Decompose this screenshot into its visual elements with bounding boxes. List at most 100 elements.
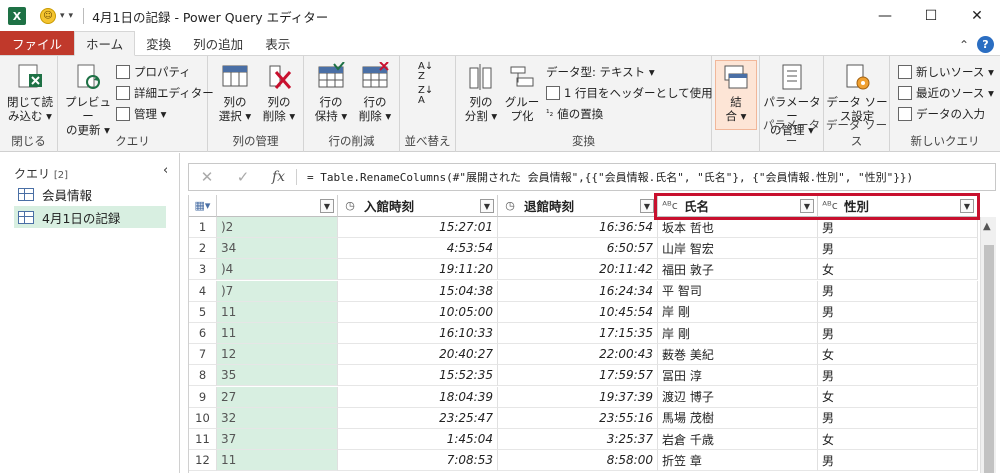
table-cell[interactable]: 女: [818, 429, 978, 450]
remove-columns-button[interactable]: 列の 削除 ▾: [258, 62, 300, 123]
data-type-dropdown[interactable]: データ型: テキスト ▾: [546, 64, 655, 80]
table-cell[interactable]: 6:50:57: [498, 238, 658, 260]
table-menu-button[interactable]: ▦▾: [189, 195, 217, 217]
table-cell[interactable]: 男: [818, 280, 978, 302]
query-item-april1-record[interactable]: 4月1日の記録: [14, 206, 166, 228]
table-cell[interactable]: 1:45:04: [338, 429, 498, 450]
table-cell[interactable]: 22:00:43: [498, 344, 658, 366]
sort-descending-button[interactable]: Z↓ A: [418, 86, 433, 106]
group-by-button[interactable]: グルー プ化: [502, 62, 542, 123]
new-source-button[interactable]: 新しいソース ▾: [898, 64, 994, 80]
scroll-up-icon[interactable]: ▲: [983, 221, 991, 232]
table-cell[interactable]: 男: [818, 450, 978, 472]
table-cell[interactable]: 岸 剛: [658, 323, 818, 344]
table-cell[interactable]: 16:24:34: [498, 280, 658, 302]
table-cell[interactable]: 20:40:27: [338, 344, 498, 366]
column-filter-dropdown-icon[interactable]: ▼: [640, 199, 654, 213]
table-cell[interactable]: 平 智司: [658, 280, 818, 302]
row-number[interactable]: 11: [189, 429, 217, 450]
properties-button[interactable]: プロパティ: [116, 64, 191, 80]
table-cell[interactable]: 11: [217, 323, 338, 344]
row-number[interactable]: 1: [189, 217, 217, 238]
use-first-row-header-button[interactable]: 1 行目をヘッダーとして使用 ▾: [546, 85, 722, 101]
replace-values-button[interactable]: ¹₂ 値の置換: [546, 106, 603, 122]
table-cell[interactable]: 薮巻 美紀: [658, 344, 818, 366]
table-cell[interactable]: 男: [818, 365, 978, 387]
table-cell[interactable]: 10:45:54: [498, 301, 658, 323]
tab-home[interactable]: ホーム: [74, 31, 136, 56]
close-button[interactable]: ✕: [954, 0, 1000, 32]
remove-rows-button[interactable]: 行の 削除 ▾: [354, 61, 396, 123]
row-number[interactable]: 9: [189, 386, 217, 408]
tab-add-column[interactable]: 列の追加: [182, 31, 254, 55]
row-number[interactable]: 3: [189, 259, 217, 281]
combine-button[interactable]: 結 合 ▾: [716, 62, 756, 123]
row-number[interactable]: 4: [189, 280, 217, 302]
table-cell[interactable]: 35: [217, 365, 338, 387]
vertical-scrollbar[interactable]: ▲: [980, 217, 996, 473]
table-cell[interactable]: 11: [217, 301, 338, 323]
choose-columns-button[interactable]: 列の 選択 ▾: [214, 62, 256, 123]
table-cell[interactable]: 15:27:01: [338, 217, 498, 238]
table-cell[interactable]: 16:36:54: [498, 217, 658, 238]
maximize-button[interactable]: ☐: [908, 0, 954, 32]
row-number[interactable]: 5: [189, 301, 217, 323]
table-cell[interactable]: 渡辺 博子: [658, 386, 818, 408]
table-cell[interactable]: 32: [217, 407, 338, 429]
column-header-entry-time[interactable]: ◷ 入館時刻 ▼: [338, 195, 498, 217]
table-cell[interactable]: 男: [818, 323, 978, 344]
table-cell[interactable]: 7:08:53: [338, 450, 498, 472]
column-header-0[interactable]: ▼: [217, 195, 338, 217]
table-cell[interactable]: 12: [217, 344, 338, 366]
table-cell[interactable]: 34: [217, 238, 338, 260]
table-cell[interactable]: 男: [818, 238, 978, 260]
table-cell[interactable]: 11: [217, 450, 338, 472]
tab-transform[interactable]: 変換: [135, 31, 182, 55]
table-cell[interactable]: 37: [217, 429, 338, 450]
close-and-load-button[interactable]: 閉じて読 み込む ▾: [6, 62, 54, 123]
table-cell[interactable]: 16:10:33: [338, 323, 498, 344]
table-cell[interactable]: 15:04:38: [338, 280, 498, 302]
table-cell[interactable]: 20:11:42: [498, 259, 658, 281]
table-cell[interactable]: 馬場 茂樹: [658, 407, 818, 429]
table-cell[interactable]: 男: [818, 217, 978, 238]
fx-icon[interactable]: fx: [261, 169, 297, 185]
row-number[interactable]: 6: [189, 323, 217, 344]
row-number[interactable]: 7: [189, 344, 217, 366]
data-source-settings-button[interactable]: データ ソー ス設定: [826, 62, 888, 123]
customize-qat-icon[interactable]: ▾: [69, 11, 74, 21]
collapse-pane-icon[interactable]: ‹: [163, 163, 168, 178]
row-number[interactable]: 8: [189, 365, 217, 387]
collapse-ribbon-icon[interactable]: ⌃: [959, 38, 969, 52]
manage-button[interactable]: 管理 ▾: [116, 106, 166, 122]
table-cell[interactable]: 10:05:00: [338, 301, 498, 323]
cancel-formula-button[interactable]: ✕: [189, 168, 225, 186]
tab-file[interactable]: ファイル: [0, 31, 75, 55]
row-number[interactable]: 2: [189, 238, 217, 260]
table-cell[interactable]: 18:04:39: [338, 386, 498, 408]
recent-sources-button[interactable]: 最近のソース ▾: [898, 85, 994, 101]
confirm-formula-button[interactable]: ✓: [225, 168, 261, 186]
table-cell[interactable]: 23:25:47: [338, 407, 498, 429]
table-cell[interactable]: 女: [818, 386, 978, 408]
table-cell[interactable]: 福田 敦子: [658, 259, 818, 281]
row-number[interactable]: 12: [189, 450, 217, 472]
column-filter-dropdown-icon[interactable]: ▼: [320, 199, 334, 213]
keep-rows-button[interactable]: 行の 保持 ▾: [310, 61, 352, 123]
table-cell[interactable]: 17:15:35: [498, 323, 658, 344]
table-cell[interactable]: )4: [217, 259, 338, 281]
table-cell[interactable]: 坂本 哲也: [658, 217, 818, 238]
query-item-member-info[interactable]: 会員情報: [14, 183, 166, 205]
table-cell[interactable]: 岸 剛: [658, 301, 818, 323]
table-cell[interactable]: 17:59:57: [498, 365, 658, 387]
enter-data-button[interactable]: データの入力: [898, 106, 985, 122]
table-cell[interactable]: )2: [217, 217, 338, 238]
table-cell[interactable]: 岩倉 千歳: [658, 429, 818, 450]
qat-dropdown-icon[interactable]: ▾: [60, 11, 65, 21]
advanced-editor-button[interactable]: 詳細エディター: [116, 85, 214, 101]
help-icon[interactable]: ?: [977, 36, 994, 53]
table-cell[interactable]: 27: [217, 386, 338, 408]
formula-input[interactable]: = Table.RenameColumns(#"展開された 会員情報",{{"会…: [297, 169, 913, 185]
table-cell[interactable]: 19:11:20: [338, 259, 498, 281]
tab-view[interactable]: 表示: [254, 31, 301, 55]
